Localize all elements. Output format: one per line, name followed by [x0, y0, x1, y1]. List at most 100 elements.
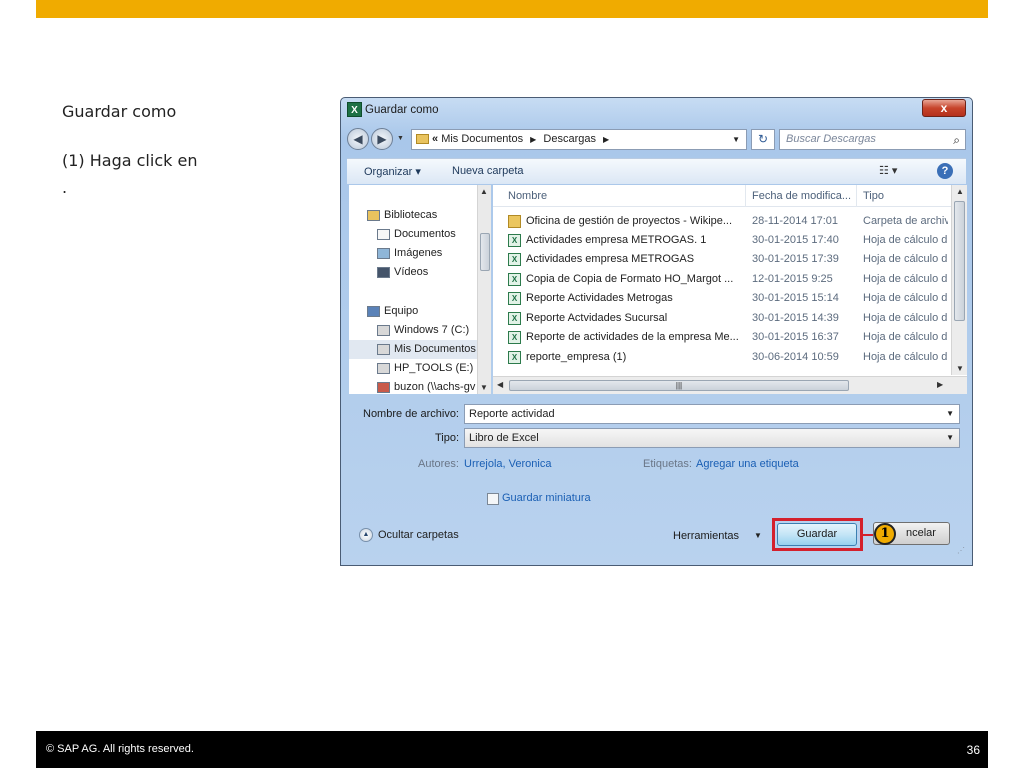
file-type-select[interactable]: Libro de Excel ▼	[464, 428, 960, 448]
sidebar-item-bibliotecas[interactable]: Bibliotecas	[349, 206, 477, 225]
column-header-fecha[interactable]: Fecha de modifica...	[752, 190, 851, 202]
videos-icon	[377, 266, 390, 278]
back-button[interactable]: ◀	[347, 128, 369, 150]
slide-step-end: .	[62, 178, 68, 197]
search-icon[interactable]: ⌕	[953, 131, 960, 150]
dialog-title: Guardar como	[365, 103, 439, 116]
pictures-icon	[377, 247, 390, 259]
thumbnail-label[interactable]: Guardar miniatura	[502, 492, 591, 504]
scroll-thumb[interactable]	[480, 233, 490, 271]
command-toolbar: Organizar ▾ Nueva carpeta ☷ ▾ ?	[347, 158, 966, 184]
top-accent-bar	[36, 0, 988, 18]
folder-icon	[416, 134, 429, 145]
sidebar-item-mis-documentos[interactable]: Mis Documentos	[349, 340, 477, 359]
forward-button[interactable]: ▶	[371, 128, 393, 150]
computer-icon	[367, 305, 380, 317]
search-input[interactable]: Buscar Descargas ⌕	[779, 129, 966, 150]
chevron-up-icon: ▲	[359, 528, 373, 542]
excel-icon: X	[508, 252, 521, 266]
sidebar-item-imagenes[interactable]: Imágenes	[349, 244, 477, 263]
navigation-scrollbar[interactable]: ▲ ▼	[477, 185, 491, 394]
refresh-button[interactable]: ↻	[751, 129, 775, 150]
sidebar-item-videos[interactable]: Vídeos	[349, 263, 477, 282]
save-button-highlight	[772, 518, 863, 551]
sidebar-item-buzon[interactable]: buzon (\\achs-gv	[349, 378, 477, 394]
chevron-down-icon[interactable]: ▼	[946, 429, 954, 447]
help-icon[interactable]: ?	[937, 163, 953, 179]
folder-icon	[508, 214, 521, 228]
excel-icon: X	[508, 350, 521, 364]
organize-menu[interactable]: Organizar ▾	[364, 165, 421, 178]
file-list: Nombre Fecha de modifica... Tipo Oficina…	[493, 185, 967, 394]
chevron-down-icon[interactable]: ▼	[946, 405, 954, 423]
file-type-label: Tipo:	[434, 432, 459, 444]
scroll-right-icon[interactable]: ▶	[937, 380, 943, 389]
documents-icon	[377, 228, 390, 240]
save-as-dialog: X Guardar como x ◀ ▶ ▼ « Mis Documentos ▶…	[340, 97, 973, 566]
sidebar-item-equipo[interactable]: Equipo	[349, 302, 477, 321]
new-folder-button[interactable]: Nueva carpeta	[452, 165, 524, 177]
navigation-row: ◀ ▶ ▼ « Mis Documentos ▶ Descargas ▶ ▼ ↻…	[347, 128, 966, 150]
authors-label: Autores:	[418, 458, 459, 470]
sidebar-item-windows7[interactable]: Windows 7 (C:)	[349, 321, 477, 340]
tools-menu[interactable]: Herramientas	[673, 530, 739, 542]
filename-label: Nombre de archivo:	[363, 408, 459, 420]
scroll-up-icon[interactable]: ▲	[480, 187, 488, 196]
save-form: Nombre de archivo: Reporte actividad ▼ T…	[347, 398, 966, 558]
scroll-thumb[interactable]	[954, 201, 965, 321]
excel-icon: X	[508, 233, 521, 247]
breadcrumb-mis-documentos[interactable]: Mis Documentos	[441, 133, 523, 145]
column-divider[interactable]	[745, 185, 746, 207]
breadcrumb-descargas[interactable]: Descargas	[543, 133, 596, 145]
drive-icon	[377, 362, 390, 374]
step-callout-badge: 1	[874, 523, 896, 545]
excel-icon: X	[508, 311, 521, 325]
scroll-up-icon[interactable]: ▲	[956, 187, 964, 196]
excel-icon: X	[508, 330, 521, 344]
slide-title: Guardar como	[62, 102, 177, 121]
column-divider[interactable]	[856, 185, 857, 207]
excel-app-icon: X	[347, 102, 362, 117]
excel-icon: X	[508, 291, 521, 305]
sidebar-item-documentos[interactable]: Documentos	[349, 225, 477, 244]
drive-icon	[377, 324, 390, 336]
file-list-vertical-scrollbar[interactable]: ▲ ▼	[951, 185, 967, 375]
recent-locations-dropdown[interactable]: ▼	[397, 135, 404, 142]
resize-grip-icon[interactable]: ⋰	[957, 546, 965, 555]
tools-dropdown-icon[interactable]: ▼	[754, 531, 762, 540]
network-drive-icon	[377, 381, 390, 393]
file-list-horizontal-scrollbar[interactable]: ◀ ||| ▶	[493, 376, 967, 394]
column-header-nombre[interactable]: Nombre	[508, 190, 547, 202]
address-dropdown-icon[interactable]: ▼	[732, 130, 740, 149]
file-row[interactable]: X Reporte Actividades Metrogas 30-01-2015…	[508, 289, 948, 308]
close-button[interactable]: x	[922, 99, 966, 117]
file-row[interactable]: X Actividades empresa METROGAS. 1 30-01-2…	[508, 231, 948, 250]
file-row[interactable]: X Actividades empresa METROGAS 30-01-2015…	[508, 250, 948, 269]
dialog-titlebar: X Guardar como	[347, 102, 439, 122]
view-options-icon[interactable]: ☷ ▾	[879, 164, 897, 177]
tags-value[interactable]: Agregar una etiqueta	[696, 458, 799, 470]
scroll-thumb[interactable]: |||	[509, 380, 849, 391]
file-row[interactable]: Xreporte_empresa (1) 30-06-2014 10:59 Ho…	[508, 348, 948, 367]
scroll-down-icon[interactable]: ▼	[480, 383, 488, 392]
copyright-text: © SAP AG. All rights reserved.	[46, 743, 194, 755]
file-row[interactable]: Oficina de gestión de proyectos - Wikipe…	[508, 212, 948, 231]
scroll-left-icon[interactable]: ◀	[497, 380, 503, 389]
slide-footer: © SAP AG. All rights reserved. 36	[36, 731, 988, 768]
file-row[interactable]: X Reporte de actividades de la empresa Me…	[508, 328, 948, 347]
libraries-icon	[367, 209, 380, 221]
slide-step-text: (1) Haga click en	[62, 151, 198, 170]
authors-value[interactable]: Urrejola, Veronica	[464, 458, 551, 470]
file-list-header: Nombre Fecha de modifica... Tipo	[493, 185, 967, 207]
drive-icon	[377, 343, 390, 355]
file-row[interactable]: X Copia de Copia de Formato HO_Margot ...…	[508, 270, 948, 289]
filename-input[interactable]: Reporte actividad ▼	[464, 404, 960, 424]
column-header-tipo[interactable]: Tipo	[863, 190, 884, 202]
sidebar-item-hp-tools[interactable]: HP_TOOLS (E:)	[349, 359, 477, 378]
file-row[interactable]: X Reporte Actvidades Sucursal 30-01-2015 …	[508, 309, 948, 328]
scroll-down-icon[interactable]: ▼	[956, 364, 964, 373]
address-bar[interactable]: « Mis Documentos ▶ Descargas ▶ ▼	[411, 129, 747, 150]
navigation-pane: Bibliotecas Documentos Imágenes Vídeos E…	[349, 185, 491, 394]
tags-label: Etiquetas:	[643, 458, 692, 470]
thumbnail-checkbox[interactable]	[487, 493, 499, 505]
